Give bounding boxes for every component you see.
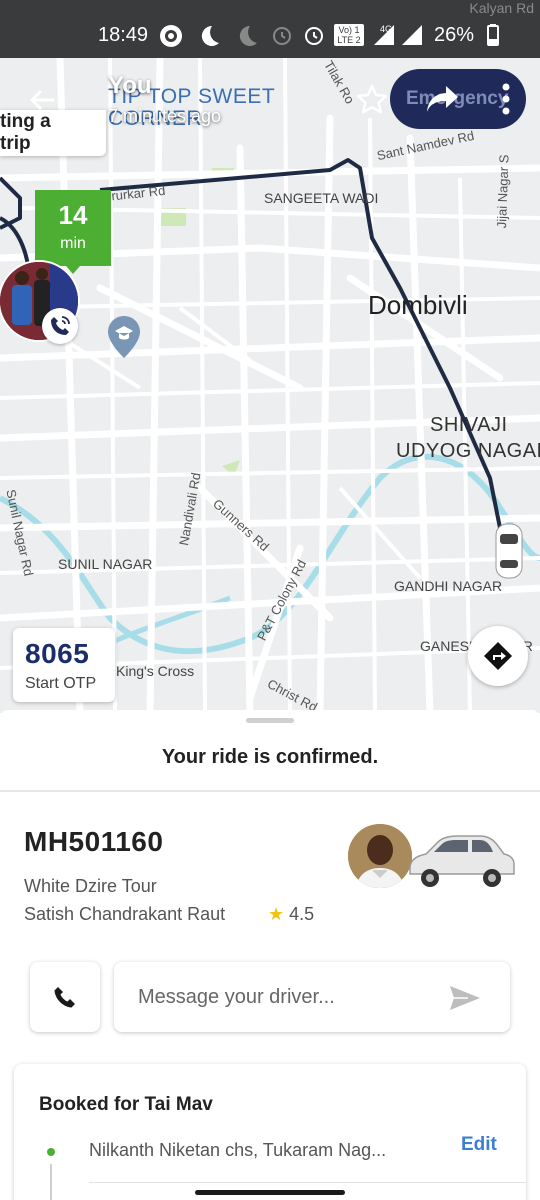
edit-pickup-link[interactable]: Edit	[461, 1134, 497, 1156]
status-icons-right: Vo) 1 LTE 2 4G 26%	[270, 23, 500, 47]
record-icon	[160, 25, 182, 47]
car-marker-icon	[495, 523, 523, 579]
map-label-sunil-nagar: SUNIL NAGAR	[58, 556, 153, 572]
lte-text: LTE 2	[337, 35, 361, 45]
star-outline-icon	[356, 84, 388, 114]
directions-icon	[484, 642, 512, 670]
driver-rating: ★ 4.5	[268, 904, 314, 925]
map-label-shivaji-1: SHIVAJI	[430, 414, 508, 436]
ride-bottom-sheet: Your ride is confirmed. MH501160 White D…	[0, 710, 540, 1200]
pickup-dot	[47, 1148, 55, 1156]
moon-dim-icon	[239, 25, 257, 46]
favorite-button[interactable]	[354, 82, 390, 118]
rating-star-icon: ★	[268, 904, 285, 924]
map-label-gandhi-nagar: GANDHI NAGAR	[394, 578, 503, 594]
sheet-drag-handle[interactable]	[246, 718, 294, 723]
map-label-dombivli: Dombivli	[368, 290, 468, 320]
otp-code: 8065	[25, 638, 90, 669]
directions-button[interactable]	[468, 626, 528, 686]
car-image	[409, 835, 515, 887]
top-bar: TIP TOP SWEET CORNER You 7 minutes ago E…	[0, 58, 540, 138]
driver-name: Satish Chandrakant Raut	[24, 904, 226, 924]
call-user-button[interactable]	[42, 308, 78, 344]
moon-icon	[201, 25, 219, 46]
eta-unit: min	[60, 235, 86, 252]
message-driver-input[interactable]: Message your driver...	[114, 962, 510, 1032]
map-label-shivaji-2: UDYOG NAGAR	[396, 440, 540, 462]
vehicle-plate: MH501160	[24, 826, 164, 857]
school-pin-icon[interactable]	[108, 316, 140, 358]
map-label-jijai-nagar: Jijai Nagar S	[494, 154, 512, 229]
network-type: 4G	[379, 24, 392, 34]
pickup-address: Nilkanth Niketan chs, Tukaram Nag...	[89, 1140, 387, 1160]
back-arrow-icon	[29, 89, 54, 111]
volte-text: Vo) 1	[338, 25, 360, 35]
phone-ring-icon	[51, 316, 70, 335]
back-button[interactable]	[12, 70, 72, 130]
battery-icon	[487, 24, 499, 46]
signal-icon	[401, 25, 422, 45]
map-label-kings-cross: King's Cross	[116, 663, 195, 679]
header-title: You	[108, 72, 152, 99]
otp-label: Start OTP	[25, 675, 97, 692]
eta-badge: 14 min	[35, 190, 111, 266]
driver-photo-image	[348, 824, 412, 888]
booking-card: Booked for Tai Mav Nilkanth Niketan chs,…	[14, 1064, 526, 1200]
alarm-dim-icon	[272, 27, 291, 45]
volte-badge: Vo) 1 LTE 2	[333, 24, 364, 46]
rating-value: 4.5	[289, 904, 315, 924]
booked-for-title: Booked for Tai Mav	[39, 1094, 213, 1115]
route-connector	[50, 1164, 52, 1200]
status-bar: 18:49 Vo) 1 LTE 2 4G 26%	[0, 0, 540, 58]
eta-value: 14	[58, 200, 88, 230]
header-subtitle: 7 minutes ago	[108, 106, 222, 126]
card-divider	[89, 1182, 526, 1183]
status-icons-left	[158, 23, 260, 49]
driver-avatar[interactable]	[348, 824, 412, 888]
more-vert-icon[interactable]	[498, 82, 514, 116]
alarm-icon	[304, 27, 323, 45]
ride-confirmed-text: Your ride is confirmed.	[161, 746, 379, 768]
map-label-kalyan: Kalyan Rd	[469, 0, 534, 16]
divider	[0, 790, 540, 792]
status-time: 18:49	[98, 24, 149, 46]
share-icon[interactable]	[426, 84, 460, 114]
car-model: White Dzire Tour	[24, 876, 157, 896]
phone-icon	[54, 987, 75, 1008]
map-label-sangeeta-wadi: SANGEETA WADI	[264, 190, 379, 206]
battery-percent: 26%	[433, 23, 474, 46]
call-driver-button[interactable]	[30, 962, 100, 1032]
map-view[interactable]: Sant Namdev Rd Jijai Nagar S Tilak Ro er…	[0, 58, 540, 713]
home-indicator[interactable]	[195, 1190, 345, 1195]
send-icon[interactable]	[448, 984, 482, 1012]
message-placeholder: Message your driver...	[138, 986, 335, 1008]
start-otp-card: 8065 Start OTP	[13, 628, 115, 702]
